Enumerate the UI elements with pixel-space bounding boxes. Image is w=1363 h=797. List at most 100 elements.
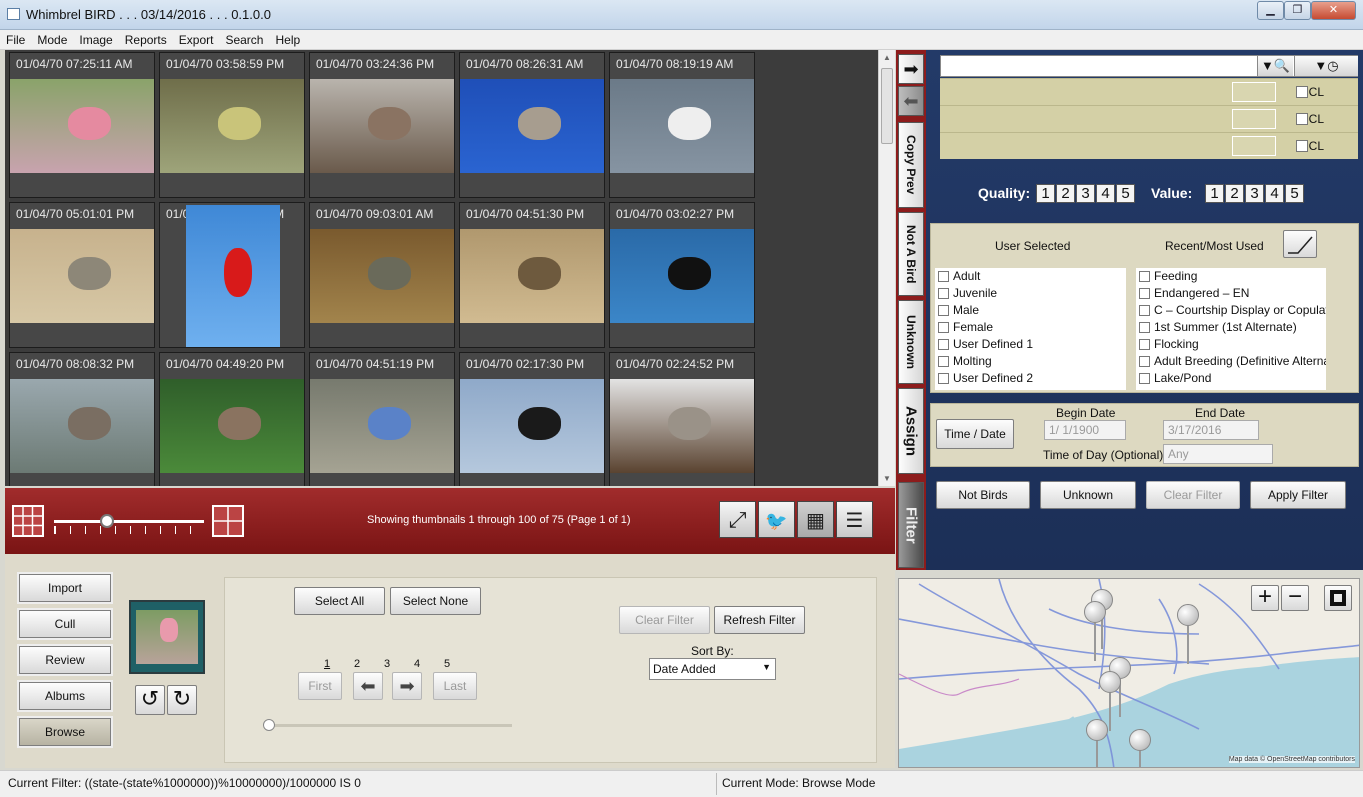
thumbnail-cell[interactable]: 01/04/70 03:02:27 PM xyxy=(609,202,755,348)
keyword-count-input[interactable] xyxy=(1232,82,1276,102)
browse-clear-filter-button[interactable]: Clear Filter xyxy=(619,606,710,634)
attribute-checkbox[interactable] xyxy=(938,305,949,317)
page-link[interactable]: 2 xyxy=(354,658,360,670)
value-3-button[interactable]: 3 xyxy=(1245,184,1264,203)
map-pin[interactable] xyxy=(1086,719,1108,767)
page-slider-knob[interactable] xyxy=(263,719,275,731)
filter-recent-button[interactable]: ▼◷ xyxy=(1294,56,1358,76)
cl-checkbox[interactable] xyxy=(1296,140,1308,152)
quality-4-button[interactable]: 4 xyxy=(1096,184,1115,203)
thumbnail-cell[interactable]: 01/04/70 01:46:58 PM xyxy=(159,202,305,348)
attribute-item[interactable]: Male xyxy=(935,302,1126,319)
minimize-button[interactable]: ▁ xyxy=(1257,1,1284,20)
select-all-button[interactable]: Select All xyxy=(294,587,385,615)
attribute-item[interactable]: Feeding xyxy=(1136,268,1326,285)
large-grid-icon[interactable] xyxy=(212,505,244,537)
attribute-item[interactable]: Flocking xyxy=(1136,336,1326,353)
list-view-button[interactable]: ☰ xyxy=(836,501,873,538)
page-slider-track[interactable] xyxy=(267,724,512,727)
unknown-button[interactable]: Unknown xyxy=(1040,481,1136,509)
tab-unknown[interactable]: Unknown xyxy=(898,300,924,384)
attribute-checkbox[interactable] xyxy=(1139,271,1150,283)
value-1-button[interactable]: 1 xyxy=(1205,184,1224,203)
map-view[interactable]: + − Map data © OpenStreetMap contributor… xyxy=(898,578,1360,768)
small-grid-icon[interactable] xyxy=(12,505,44,537)
keyword-count-input[interactable] xyxy=(1232,136,1276,156)
thumbnail-cell[interactable]: 01/04/70 02:24:52 PM xyxy=(609,352,755,486)
menu-image[interactable]: Image xyxy=(73,30,118,47)
thumbnail-cell[interactable]: 01/04/70 07:25:11 AM xyxy=(9,52,155,198)
tab-filter[interactable]: Filter xyxy=(898,482,924,568)
attribute-item[interactable]: Female xyxy=(935,319,1126,336)
select-none-button[interactable]: Select None xyxy=(390,587,481,615)
menu-mode[interactable]: Mode xyxy=(31,30,73,47)
next-page-button[interactable]: ➡ xyxy=(392,672,422,700)
prev-button[interactable]: ⬅ xyxy=(898,86,924,116)
thumbnail-cell[interactable]: 01/04/70 03:58:59 PM xyxy=(159,52,305,198)
page-link[interactable]: 1 xyxy=(324,658,330,670)
time-of-day-select[interactable]: Any xyxy=(1163,444,1273,464)
thumbnail-cell[interactable]: 01/04/70 04:49:20 PM xyxy=(159,352,305,486)
zoom-in-button[interactable]: + xyxy=(1251,585,1279,611)
attribute-item[interactable]: Adult Breeding (Definitive Alterna xyxy=(1136,353,1326,370)
attribute-edit-button[interactable] xyxy=(1283,230,1317,258)
species-search-input[interactable]: ▼🔍 ▼◷ xyxy=(940,55,1358,77)
quality-5-button[interactable]: 5 xyxy=(1116,184,1135,203)
keyword-count-input[interactable] xyxy=(1232,109,1276,129)
attribute-checkbox[interactable] xyxy=(1139,322,1150,334)
close-button[interactable]: ✕ xyxy=(1311,1,1356,20)
attribute-item[interactable]: Molting xyxy=(935,353,1126,370)
begin-date-input[interactable]: 1/ 1/1900 xyxy=(1044,420,1126,440)
thumbnail-cell[interactable]: 01/04/70 08:26:31 AM xyxy=(459,52,605,198)
thumbnail-cell[interactable]: 01/04/70 04:51:19 PM xyxy=(309,352,455,486)
nav-review-button[interactable]: Review xyxy=(19,646,111,674)
grid-view-button[interactable]: ▦ xyxy=(797,501,834,538)
single-view-button[interactable]: 🐦 xyxy=(758,501,795,538)
attribute-checkbox[interactable] xyxy=(938,356,949,368)
attribute-checkbox[interactable] xyxy=(1139,305,1150,317)
menu-reports[interactable]: Reports xyxy=(119,30,173,47)
map-pin[interactable] xyxy=(1177,604,1199,664)
nav-import-button[interactable]: Import xyxy=(19,574,111,602)
sort-by-select[interactable]: Date Added ▼ xyxy=(649,658,776,680)
rotate-left-button[interactable]: ↺ xyxy=(135,685,165,715)
attribute-checkbox[interactable] xyxy=(938,271,949,283)
page-link[interactable]: 4 xyxy=(414,658,420,670)
nav-browse-button[interactable]: Browse xyxy=(19,718,111,746)
map-pin[interactable] xyxy=(1084,601,1106,661)
map-fit-button[interactable] xyxy=(1324,585,1352,611)
zoom-out-button[interactable]: − xyxy=(1281,585,1309,611)
last-page-button[interactable]: Last xyxy=(433,672,477,700)
attribute-item[interactable]: Adult xyxy=(935,268,1126,285)
page-link[interactable]: 5 xyxy=(444,658,450,670)
quality-1-button[interactable]: 1 xyxy=(1036,184,1055,203)
thumbnail-cell[interactable]: 01/04/70 08:08:32 PM xyxy=(9,352,155,486)
attribute-checkbox[interactable] xyxy=(938,339,949,351)
map-pin[interactable] xyxy=(1129,729,1151,767)
attribute-item[interactable]: User Defined 1 xyxy=(935,336,1126,353)
attribute-checkbox[interactable] xyxy=(938,373,949,385)
thumbnail-cell[interactable]: 01/04/70 03:24:36 PM xyxy=(309,52,455,198)
thumbnail-cell[interactable]: 01/04/70 02:17:30 PM xyxy=(459,352,605,486)
attribute-item[interactable]: Endangered – EN xyxy=(1136,285,1326,302)
page-link[interactable]: 3 xyxy=(384,658,390,670)
tab-assign[interactable]: Assign xyxy=(898,388,924,474)
attribute-checkbox[interactable] xyxy=(938,288,949,300)
attribute-checkbox[interactable] xyxy=(1139,373,1150,385)
clear-filter-button[interactable]: Clear Filter xyxy=(1146,481,1240,509)
end-date-input[interactable]: 3/17/2016 xyxy=(1163,420,1259,440)
quality-2-button[interactable]: 2 xyxy=(1056,184,1075,203)
rotate-right-button[interactable]: ↻ xyxy=(167,685,197,715)
tab-copy-prev[interactable]: Copy Prev xyxy=(898,122,924,208)
filter-search-button[interactable]: ▼🔍 xyxy=(1257,56,1293,76)
attribute-item[interactable]: Juvenile xyxy=(935,285,1126,302)
nav-cull-button[interactable]: Cull xyxy=(19,610,111,638)
cl-checkbox[interactable] xyxy=(1296,86,1308,98)
value-2-button[interactable]: 2 xyxy=(1225,184,1244,203)
menu-search[interactable]: Search xyxy=(219,30,269,47)
thumbnail-cell[interactable]: 01/04/70 05:01:01 PM xyxy=(9,202,155,348)
quality-3-button[interactable]: 3 xyxy=(1076,184,1095,203)
refresh-filter-button[interactable]: Refresh Filter xyxy=(714,606,805,634)
next-button[interactable]: ➡ xyxy=(898,54,924,84)
not-birds-button[interactable]: Not Birds xyxy=(936,481,1030,509)
